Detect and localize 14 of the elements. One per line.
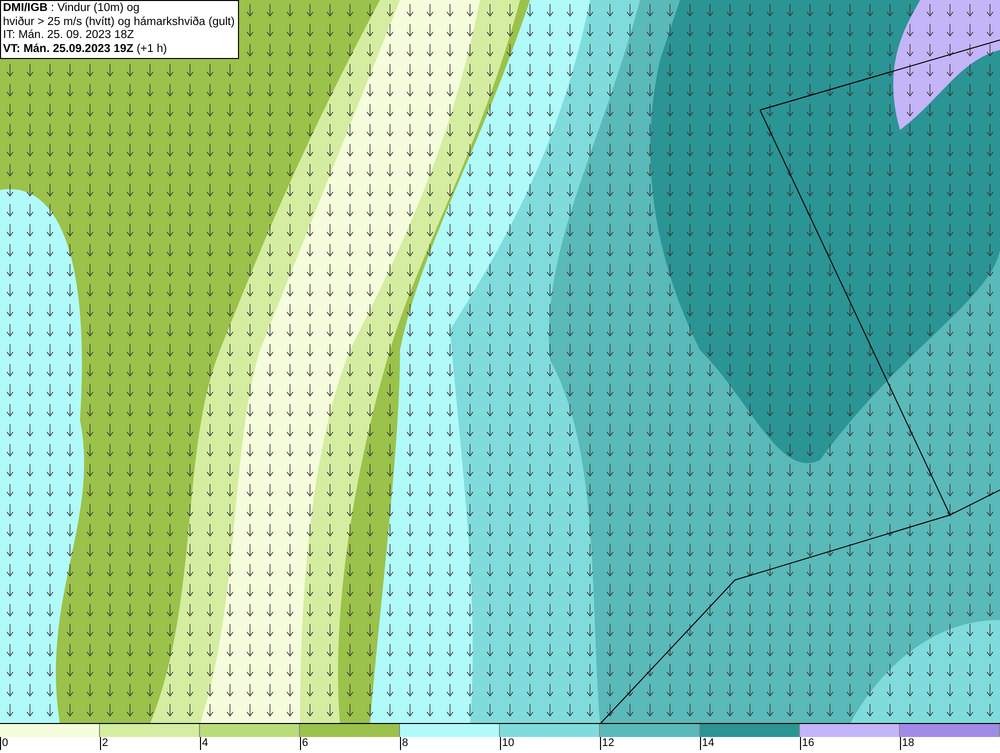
legend-label: 0	[0, 737, 8, 750]
title-text: hviður > 25 m/s (hvítt) og hámarkshviða (gult)	[3, 16, 235, 29]
title-text: VT: Mán. 25.09.2023 19Z (+1 h)	[3, 42, 168, 56]
title-text: DMI/IGB : Vindur (10m) og	[3, 2, 141, 16]
legend-label: 10	[500, 737, 514, 750]
legend-label: 18	[900, 737, 914, 750]
legend-label: 8	[400, 737, 408, 750]
legend-label: 2	[100, 737, 108, 750]
legend-label: 14	[700, 737, 714, 750]
legend-label: 6	[300, 737, 308, 750]
legend-label: 16	[800, 737, 814, 750]
title-text: IT: Mán. 25. 09. 2023 18Z	[3, 29, 136, 42]
legend-label: 4	[200, 737, 208, 750]
legend-label: 12	[600, 737, 614, 750]
